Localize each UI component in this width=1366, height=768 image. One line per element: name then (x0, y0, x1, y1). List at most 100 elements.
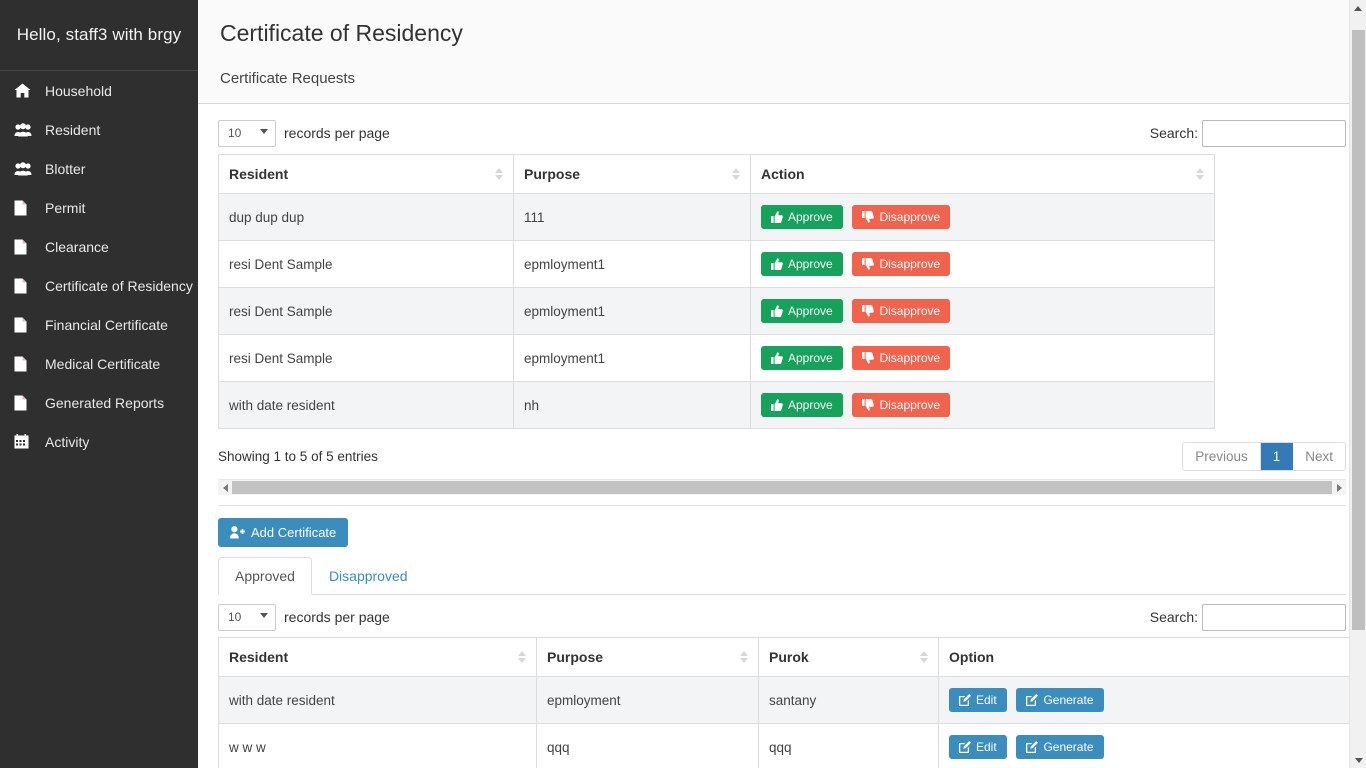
table-row: with date resident epmloyment santany Ed… (218, 676, 1351, 724)
requests-pagination: Previous 1 Next (1182, 441, 1346, 471)
sidebar-item-medical-certificate[interactable]: Medical Certificate (0, 344, 198, 383)
approved-col-purpose[interactable]: Purpose (536, 637, 759, 677)
approved-table: Resident Purpose Purok Option with date … (218, 637, 1351, 768)
sidebar-item-activity[interactable]: Activity (0, 422, 198, 461)
page-subtitle: Certificate Requests (220, 70, 356, 87)
approved-table-header-row: Resident Purpose Purok Option (218, 637, 1351, 677)
vertical-scroll-thumb[interactable] (1352, 30, 1365, 630)
pagination-previous[interactable]: Previous (1183, 442, 1261, 470)
main-content: Certificate of Residency Certificate Req… (198, 0, 1366, 768)
home-icon (14, 83, 34, 99)
approved-records-per-page-select[interactable]: 10 (218, 603, 276, 631)
sidebar-item-label: Blotter (45, 160, 86, 177)
cell-resident: w w w (218, 723, 537, 768)
column-label: Option (949, 649, 995, 665)
cell-resident: with date resident (218, 676, 537, 724)
approve-button[interactable]: Approve (761, 299, 843, 323)
horizontal-scroll-thumb[interactable] (232, 481, 1332, 494)
requests-table-header-row: Resident Purpose Action (218, 154, 1215, 194)
cell-purpose: epmloyment1 (513, 334, 751, 382)
sidebar-item-label: Medical Certificate (45, 355, 161, 372)
disapprove-label: Disapprove (879, 210, 941, 224)
file-icon (14, 317, 34, 333)
sort-icon (740, 650, 749, 664)
sidebar-item-household[interactable]: Household (0, 71, 198, 110)
approve-label: Approve (788, 257, 833, 271)
disapprove-label: Disapprove (879, 398, 941, 412)
approved-search-control: Search: (1149, 603, 1346, 631)
disapprove-button[interactable]: Disapprove (852, 393, 951, 417)
column-label: Action (761, 166, 805, 182)
certificate-status-tabs: Approved Disapproved (218, 557, 1346, 595)
cell-resident: resi Dent Sample (218, 240, 514, 288)
sidebar-item-generated-reports[interactable]: Generated Reports (0, 383, 198, 422)
sidebar-item-blotter[interactable]: Blotter (0, 149, 198, 188)
disapprove-button[interactable]: Disapprove (852, 252, 951, 276)
sidebar-item-label: Activity (45, 433, 90, 450)
disapprove-button[interactable]: Disapprove (852, 346, 951, 370)
scroll-left-arrow-icon[interactable] (218, 480, 232, 496)
cell-purpose: epmloyment1 (513, 287, 751, 335)
sidebar-item-label: Resident (45, 121, 101, 138)
edit-pencil-icon (1026, 741, 1039, 753)
cell-resident: resi Dent Sample (218, 334, 514, 382)
requests-table: Resident Purpose Action dup dup dup 111 … (218, 154, 1215, 429)
requests-col-resident[interactable]: Resident (218, 154, 514, 194)
requests-length-control: 10 records per page (218, 119, 390, 147)
approve-button[interactable]: Approve (761, 205, 843, 229)
approve-label: Approve (788, 398, 833, 412)
scroll-right-arrow-icon[interactable] (1332, 480, 1346, 496)
generate-button[interactable]: Generate (1016, 688, 1104, 712)
approved-col-purok[interactable]: Purok (758, 637, 939, 677)
requests-search-control: Search: (1150, 119, 1346, 147)
sort-icon (1196, 167, 1205, 181)
sidebar-item-label: Clearance (45, 238, 109, 255)
approved-col-resident[interactable]: Resident (218, 637, 537, 677)
requests-table-horizontal-scrollbar[interactable] (218, 479, 1346, 495)
sidebar-item-certificate-of-residency[interactable]: Certificate of Residency (0, 266, 198, 305)
browser-vertical-scrollbar[interactable] (1349, 0, 1366, 768)
generate-button[interactable]: Generate (1016, 735, 1104, 759)
sidebar-item-label: Permit (45, 199, 86, 216)
table-row: resi Dent Sample epmloyment1 Approve Dis… (218, 334, 1215, 382)
requests-length-select-wrap: 10 (218, 119, 276, 147)
approved-col-option[interactable]: Option (938, 637, 1351, 677)
pagination-next[interactable]: Next (1293, 442, 1345, 470)
cell-option: Edit Generate (938, 676, 1351, 724)
requests-search-input[interactable] (1202, 119, 1346, 147)
disapprove-button[interactable]: Disapprove (852, 205, 951, 229)
edit-label: Edit (976, 740, 997, 754)
approve-button[interactable]: Approve (761, 252, 843, 276)
tab-disapproved[interactable]: Disapproved (312, 557, 425, 595)
approve-button[interactable]: Approve (761, 393, 843, 417)
thumbs-down-icon (862, 399, 875, 411)
requests-records-per-page-select[interactable]: 10 (218, 119, 276, 147)
panel-header: Certificate of Residency Certificate Req… (198, 0, 1366, 104)
sidebar-item-permit[interactable]: Permit (0, 188, 198, 227)
sidebar-item-clearance[interactable]: Clearance (0, 227, 198, 266)
edit-button[interactable]: Edit (949, 735, 1007, 759)
scroll-up-arrow-icon[interactable] (1350, 0, 1366, 16)
disapprove-label: Disapprove (879, 351, 941, 365)
sidebar-item-label: Certificate of Residency (45, 277, 193, 294)
pagination-page-1[interactable]: 1 (1260, 442, 1294, 470)
requests-table-footer: Showing 1 to 5 of 5 entries Previous 1 N… (218, 429, 1346, 473)
disapprove-button[interactable]: Disapprove (852, 299, 951, 323)
scroll-down-arrow-icon[interactable] (1350, 752, 1366, 768)
cell-action: Approve Disapprove (750, 334, 1215, 382)
file-icon (14, 356, 34, 372)
requests-col-action[interactable]: Action (750, 154, 1215, 194)
tab-approved[interactable]: Approved (218, 557, 312, 595)
requests-col-purpose[interactable]: Purpose (513, 154, 751, 194)
tab-label: Disapproved (328, 568, 408, 584)
approve-button[interactable]: Approve (761, 346, 843, 370)
cell-purpose: 111 (513, 193, 751, 241)
approved-search-label: Search: (1149, 609, 1198, 625)
approved-search-input[interactable] (1202, 603, 1346, 631)
add-certificate-button[interactable]: Add Certificate (218, 518, 349, 547)
edit-button[interactable]: Edit (949, 688, 1007, 712)
cell-purpose: qqq (536, 723, 759, 768)
sidebar-item-resident[interactable]: Resident (0, 110, 198, 149)
section-divider (218, 505, 1346, 506)
sidebar-item-financial-certificate[interactable]: Financial Certificate (0, 305, 198, 344)
